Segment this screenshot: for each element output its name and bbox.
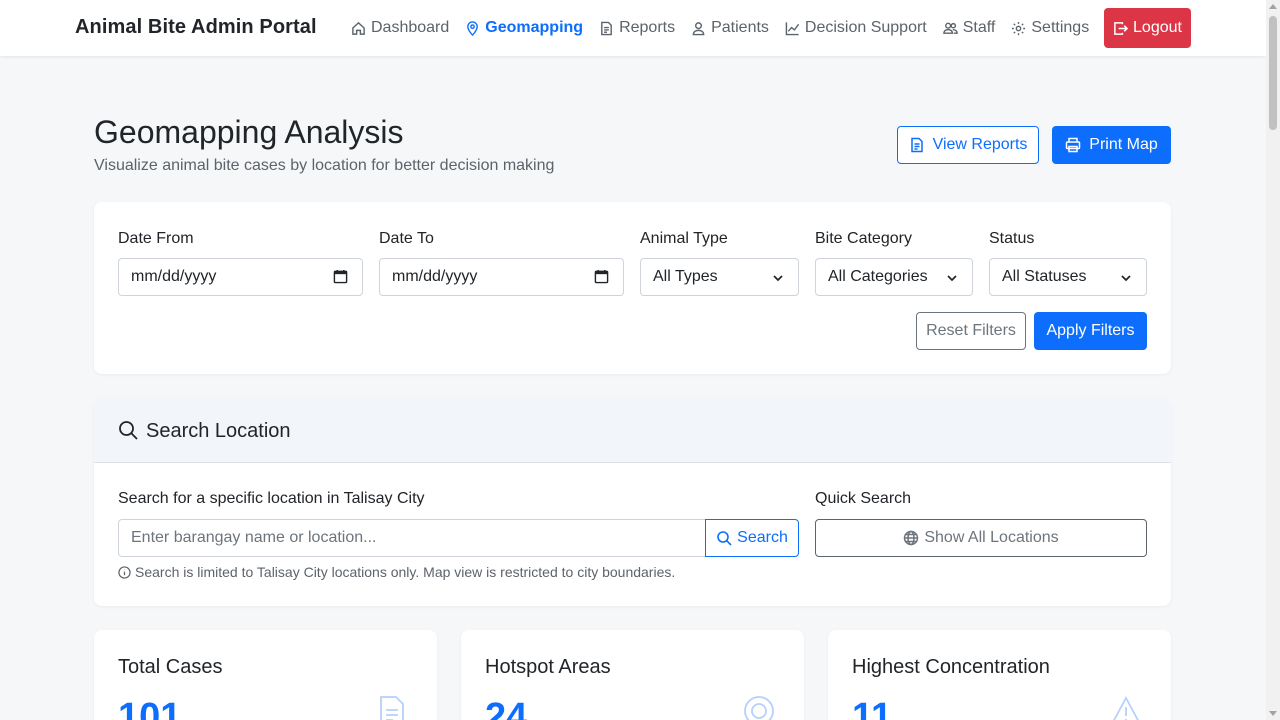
nav-item-dashboard[interactable]: Dashboard [351, 19, 449, 37]
show-all-locations-button[interactable]: Show All Locations [815, 519, 1147, 557]
stat-title: Hotspot Areas [485, 656, 611, 678]
nav-item-label: Dashboard [371, 19, 450, 36]
stat-value: 11 [852, 696, 893, 720]
logout-button[interactable]: Logout [1104, 8, 1191, 48]
graph-up-icon [785, 21, 800, 35]
app-title[interactable]: Animal Bite Admin Portal [75, 16, 317, 39]
nav-item-settings[interactable]: Settings [1011, 19, 1089, 37]
printer-icon [1066, 137, 1081, 153]
stat-card-hotspot-areas: Hotspot Areas 24 [461, 630, 804, 720]
stat-value: 101 [118, 696, 182, 720]
page-subtitle: Visualize animal bite cases by location … [94, 157, 555, 174]
print-map-button[interactable]: Print Map [1052, 126, 1171, 164]
nav-item-patients[interactable]: Patients [691, 19, 769, 37]
search-location-card: Search Location Search for a specific lo… [94, 398, 1171, 606]
stat-value: 24 [485, 696, 528, 720]
people-icon [942, 22, 958, 34]
gear-icon [1012, 21, 1026, 35]
target-icon [744, 696, 774, 720]
chevron-down-icon [773, 275, 783, 282]
map-pin-icon [467, 20, 479, 36]
print-map-label: Print Map [1089, 136, 1158, 153]
stat-card-total-cases: Total Cases 101 [94, 630, 437, 720]
date-to-input[interactable]: mm/dd/yyyy [379, 258, 624, 296]
house-icon [352, 21, 365, 35]
bite-category-label: Bite Category [815, 230, 912, 247]
reset-filters-button[interactable]: Reset Filters [916, 312, 1026, 350]
view-reports-button[interactable]: View Reports [897, 126, 1039, 164]
search-button[interactable]: Search [705, 519, 799, 557]
calendar-icon[interactable] [594, 269, 609, 284]
nav-item-reports[interactable]: Reports [599, 19, 675, 37]
stat-title: Total Cases [118, 656, 223, 678]
location-search-input[interactable]: Enter barangay name or location... [118, 519, 706, 557]
search-button-label: Search [737, 529, 788, 546]
date-from-label: Date From [118, 230, 194, 247]
globe-icon [904, 530, 919, 546]
page-scrollbar[interactable] [1266, 0, 1280, 720]
date-to-value: mm/dd/yyyy [392, 268, 478, 285]
top-navbar: Animal Bite Admin Portal Dashboard Geoma… [0, 0, 1266, 56]
search-field-label: Search for a specific location in Talisa… [118, 490, 425, 507]
bite-category-select[interactable]: All Categories [815, 258, 973, 296]
nav-item-geomapping[interactable]: Geomapping [465, 19, 583, 37]
nav-item-decision-support[interactable]: Decision Support [785, 19, 927, 37]
chevron-down-icon [1121, 275, 1131, 282]
nav-item-label: Settings [1031, 19, 1090, 36]
page-title: Geomapping Analysis [94, 114, 404, 150]
bite-category-value: All Categories [828, 268, 928, 285]
animal-type-select[interactable]: All Types [640, 258, 799, 296]
show-all-locations-label: Show All Locations [924, 529, 1059, 546]
status-label: Status [989, 230, 1035, 247]
warning-triangle-icon [1113, 696, 1139, 720]
apply-filters-label: Apply Filters [1046, 322, 1135, 339]
animal-type-value: All Types [653, 268, 718, 285]
nav-item-label: Geomapping [485, 19, 584, 36]
stat-card-highest-concentration: Highest Concentration 11 [828, 630, 1171, 720]
calendar-icon[interactable] [333, 269, 348, 284]
search-placeholder: Enter barangay name or location... [131, 529, 377, 546]
animal-type-label: Animal Type [640, 230, 728, 247]
nav-item-label: Staff [962, 19, 996, 36]
date-from-input[interactable]: mm/dd/yyyy [118, 258, 363, 296]
nav-menu: Dashboard Geomapping Reports Patients De… [351, 0, 1105, 56]
view-reports-label: View Reports [932, 136, 1028, 153]
search-icon [119, 421, 138, 440]
nav-item-label: Patients [711, 19, 769, 36]
search-icon [717, 531, 732, 546]
scroll-up-arrow[interactable] [1269, 4, 1277, 9]
apply-filters-button[interactable]: Apply Filters [1034, 312, 1147, 350]
file-text-icon [380, 696, 404, 720]
logout-label: Logout [1133, 19, 1182, 36]
date-to-label: Date To [379, 230, 434, 247]
file-text-icon [601, 21, 612, 35]
nav-item-label: Decision Support [804, 19, 927, 36]
search-card-header: Search Location [94, 398, 1171, 463]
scroll-down-arrow[interactable] [1269, 711, 1277, 716]
reset-filters-label: Reset Filters [926, 322, 1016, 339]
nav-item-staff[interactable]: Staff [942, 19, 996, 37]
filters-card: Date From mm/dd/yyyy Date To mm/dd/yyyy … [94, 202, 1171, 374]
scrollbar-thumb[interactable] [1269, 16, 1277, 130]
search-card-title: Search Location [146, 420, 291, 442]
search-help-text: Search is limited to Talisay City locati… [118, 564, 675, 580]
search-help-label: Search is limited to Talisay City locati… [135, 564, 676, 580]
info-circle-icon [118, 565, 131, 579]
status-value: All Statuses [1002, 268, 1087, 285]
file-text-icon [910, 137, 923, 153]
nav-item-label: Reports [619, 19, 676, 36]
status-select[interactable]: All Statuses [989, 258, 1147, 296]
stat-title: Highest Concentration [852, 656, 1050, 678]
date-from-value: mm/dd/yyyy [131, 268, 217, 285]
quick-search-label: Quick Search [815, 490, 912, 507]
person-icon [692, 21, 705, 35]
logout-icon [1114, 21, 1129, 35]
chevron-down-icon [947, 275, 957, 282]
